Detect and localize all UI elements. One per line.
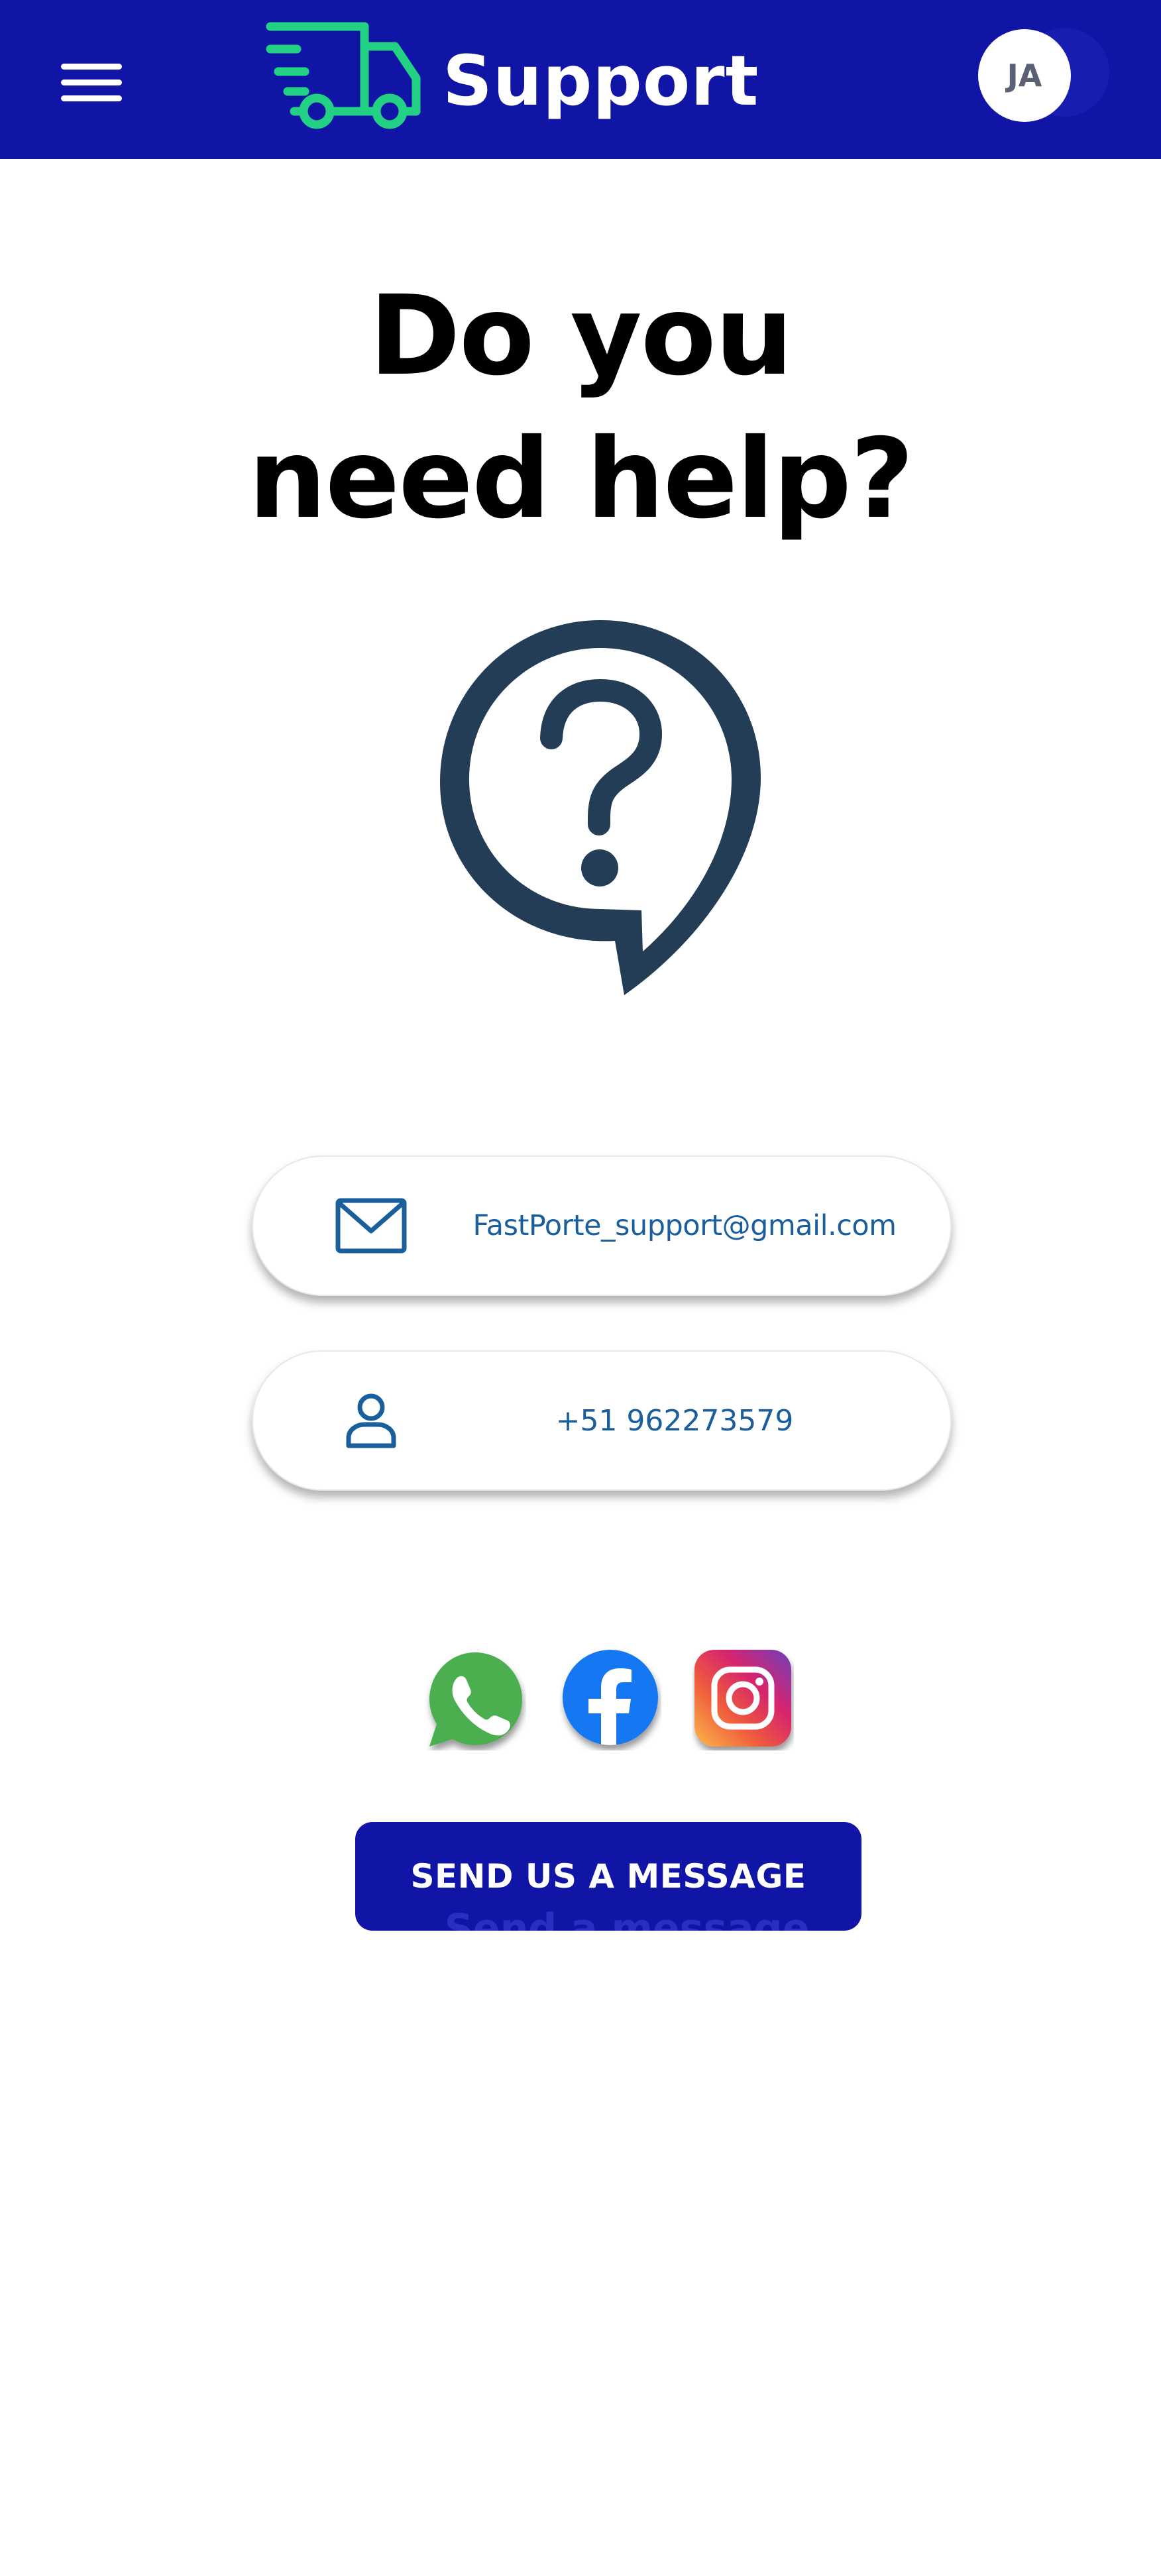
user-avatar[interactable]: JA (978, 29, 1071, 122)
mail-icon (335, 1198, 407, 1254)
question-chat-bubble-icon (440, 620, 761, 995)
app-header: Support JA (0, 0, 1161, 159)
page-title: Support (443, 40, 759, 121)
person-icon (346, 1393, 396, 1448)
delivery-truck-icon (266, 22, 421, 129)
hamburger-menu-icon[interactable] (61, 64, 122, 101)
whatsapp-icon[interactable] (424, 1648, 526, 1750)
email-address: FastPorte_support@gmail.com (472, 1209, 897, 1242)
help-headline: Do you need help? (0, 265, 1161, 551)
email-contact-card[interactable]: FastPorte_support@gmail.com (252, 1155, 952, 1296)
menu-bar (61, 80, 122, 85)
menu-bar (61, 95, 122, 101)
headline-line-1: Do you (368, 272, 793, 400)
send-message-button[interactable]: SEND US A MESSAGE Send a message (355, 1822, 861, 1931)
phone-contact-card[interactable]: +51 962273579 (252, 1350, 952, 1491)
facebook-icon[interactable] (559, 1648, 661, 1750)
menu-bar (61, 64, 122, 70)
instagram-icon[interactable] (692, 1648, 794, 1750)
phone-number: +51 962273579 (555, 1403, 794, 1438)
headline-line-2: need help? (248, 415, 914, 543)
send-message-label: SEND US A MESSAGE (410, 1857, 806, 1896)
